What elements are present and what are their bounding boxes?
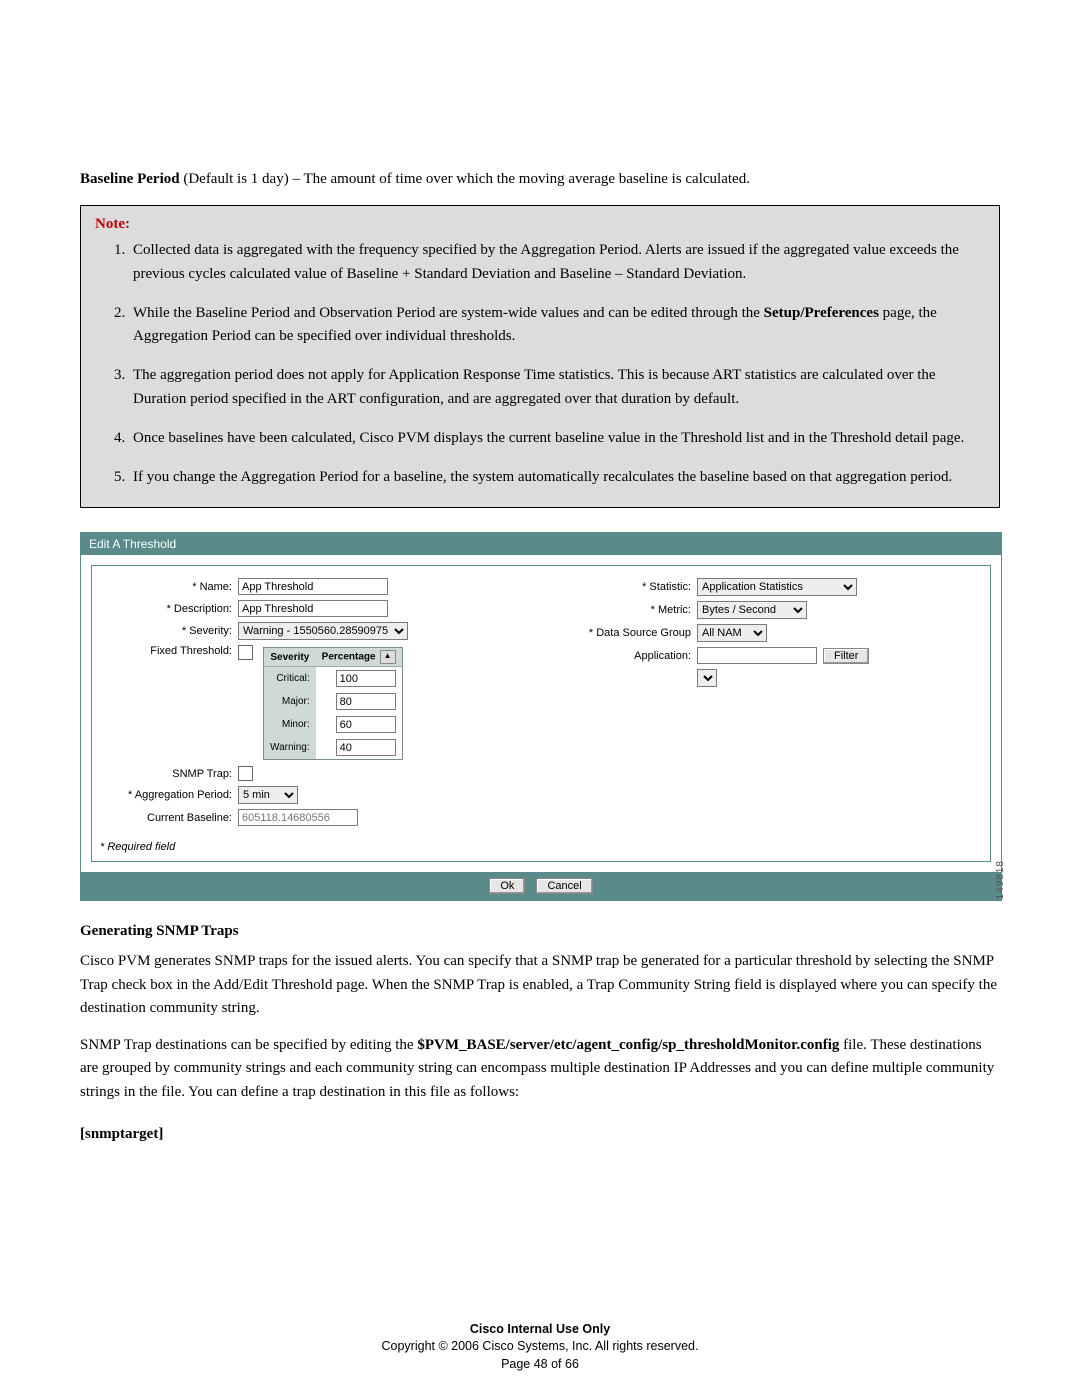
data-source-group-select[interactable]: All NAM bbox=[697, 624, 767, 642]
note-item: Collected data is aggregated with the fr… bbox=[129, 239, 985, 286]
heading-generating-snmp-traps: Generating SNMP Traps bbox=[80, 923, 1000, 940]
dialog-button-bar: Ok Cancel bbox=[81, 872, 1001, 900]
note-box: Note: Collected data is aggregated with … bbox=[80, 205, 1000, 508]
fixed-threshold-label: Fixed Threshold: bbox=[102, 645, 238, 657]
dialog-title: Edit A Threshold bbox=[81, 533, 1001, 555]
note-item: If you change the Aggregation Period for… bbox=[129, 466, 985, 489]
description-label: * Description: bbox=[102, 603, 238, 615]
footer-line-1: Cisco Internal Use Only bbox=[0, 1321, 1080, 1339]
name-label: * Name: bbox=[102, 581, 238, 593]
note-list: Collected data is aggregated with the fr… bbox=[95, 239, 985, 489]
table-row: Warning: bbox=[264, 736, 403, 760]
severity-label: * Severity: bbox=[102, 625, 238, 637]
filter-button[interactable]: Filter bbox=[823, 648, 869, 664]
fixed-threshold-checkbox[interactable] bbox=[238, 645, 253, 660]
intro-rest: (Default is 1 day) – The amount of time … bbox=[180, 171, 750, 187]
table-row: Minor: bbox=[264, 713, 403, 736]
note-title: Note: bbox=[95, 216, 985, 233]
required-field-note: * Required field bbox=[92, 837, 990, 861]
ok-button[interactable]: Ok bbox=[489, 878, 525, 894]
table-row: Major: bbox=[264, 690, 403, 713]
paragraph-snmp-2: SNMP Trap destinations can be specified … bbox=[80, 1034, 1000, 1104]
critical-input[interactable] bbox=[336, 670, 396, 687]
figure-edit-threshold: Edit A Threshold * Name: * Description: bbox=[80, 532, 1000, 901]
application-input[interactable] bbox=[697, 647, 817, 664]
pct-col-header: Percentage▲ bbox=[316, 648, 402, 667]
description-input[interactable] bbox=[238, 600, 388, 617]
severity-select[interactable]: Warning - 1550560.28590975 bbox=[238, 622, 408, 640]
statistic-label: * Statistic: bbox=[551, 581, 697, 593]
cancel-button[interactable]: Cancel bbox=[536, 878, 592, 894]
page-footer: Cisco Internal Use Only Copyright © 2006… bbox=[0, 1321, 1080, 1374]
footer-line-3: Page 48 of 66 bbox=[0, 1356, 1080, 1374]
application-select[interactable] bbox=[697, 669, 717, 687]
aggregation-period-label: * Aggregation Period: bbox=[102, 789, 238, 801]
intro-paragraph: Baseline Period (Default is 1 day) – The… bbox=[80, 168, 1000, 191]
note-item: While the Baseline Period and Observatio… bbox=[129, 302, 985, 349]
aggregation-period-select[interactable]: 5 min bbox=[238, 786, 298, 804]
name-input[interactable] bbox=[238, 578, 388, 595]
heading-snmptarget: [snmptarget] bbox=[80, 1126, 1000, 1143]
severity-table: Severity Percentage▲ Critical: Major: Mi… bbox=[263, 647, 403, 760]
metric-select[interactable]: Bytes / Second bbox=[697, 601, 807, 619]
snmp-trap-label: SNMP Trap: bbox=[102, 768, 238, 780]
application-label: Application: bbox=[551, 650, 697, 662]
statistic-select[interactable]: Application Statistics bbox=[697, 578, 857, 596]
paragraph-snmp-1: Cisco PVM generates SNMP traps for the i… bbox=[80, 950, 1000, 1020]
footer-line-2: Copyright © 2006 Cisco Systems, Inc. All… bbox=[0, 1338, 1080, 1356]
sev-col-header: Severity bbox=[264, 648, 316, 667]
sort-icon[interactable]: ▲ bbox=[380, 650, 396, 664]
minor-input[interactable] bbox=[336, 716, 396, 733]
note-item: Once baselines have been calculated, Cis… bbox=[129, 427, 985, 450]
figure-id: 149818 bbox=[995, 860, 1006, 899]
table-row: Critical: bbox=[264, 667, 403, 691]
major-input[interactable] bbox=[336, 693, 396, 710]
note-item: The aggregation period does not apply fo… bbox=[129, 364, 985, 411]
metric-label: * Metric: bbox=[551, 604, 697, 616]
data-source-group-label: * Data Source Group bbox=[551, 627, 697, 639]
current-baseline-label: Current Baseline: bbox=[102, 812, 238, 824]
snmp-trap-checkbox[interactable] bbox=[238, 766, 253, 781]
intro-bold: Baseline Period bbox=[80, 171, 180, 187]
dialog-right-column: * Statistic: Application Statistics * Me… bbox=[541, 566, 990, 837]
dialog-left-column: * Name: * Description: * Severity: Warni… bbox=[92, 566, 541, 837]
warning-input[interactable] bbox=[336, 739, 396, 756]
current-baseline-value bbox=[238, 809, 358, 826]
